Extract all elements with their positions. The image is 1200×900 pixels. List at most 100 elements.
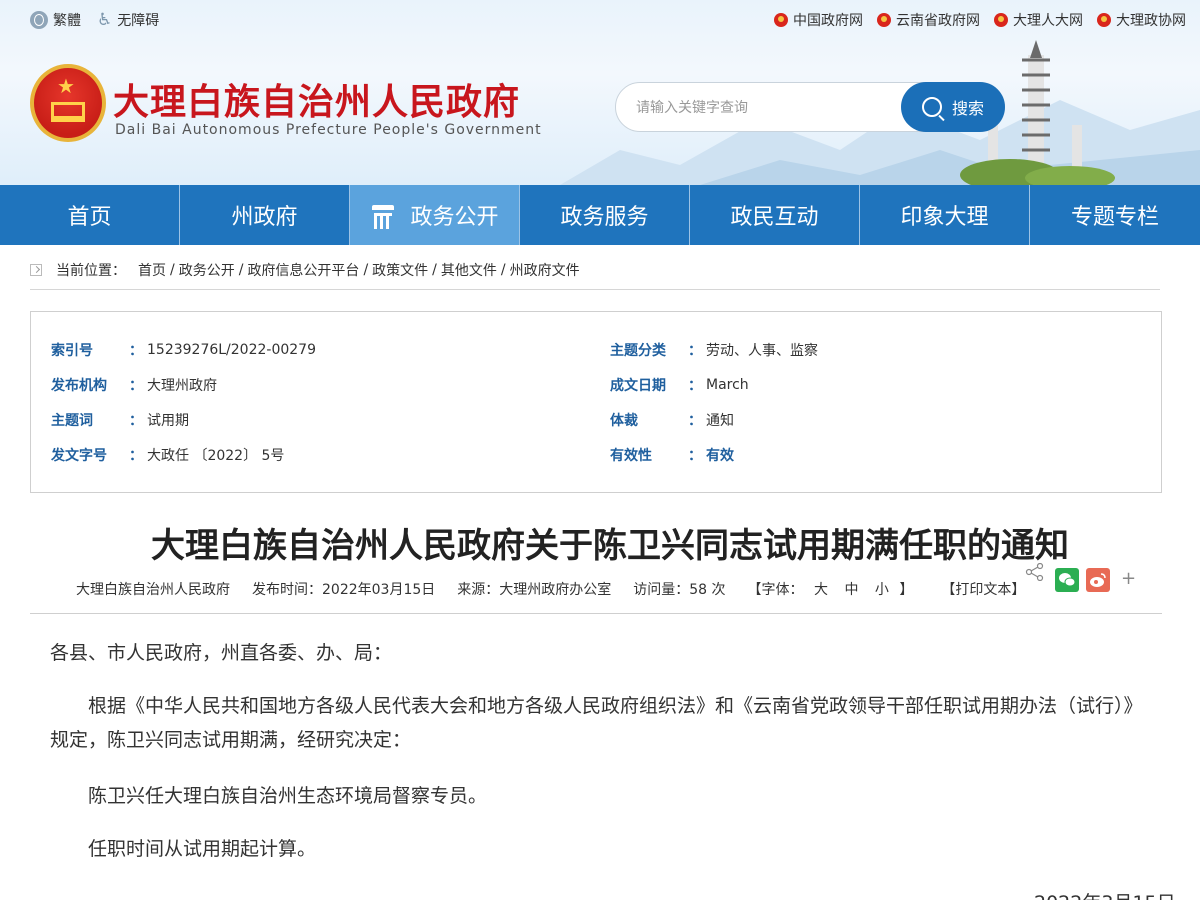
meta-keyword: 主题词 ： 试用期 <box>51 410 189 430</box>
more-share-icon[interactable]: + <box>1121 568 1136 590</box>
location-icon <box>30 263 42 276</box>
traditional-chinese-label: 繁體 <box>53 13 81 29</box>
traditional-chinese-link[interactable]: 繁體 <box>30 10 81 30</box>
breadcrumb-item-other-docs[interactable]: 其他文件 <box>441 260 497 280</box>
search-button-label: 搜索 <box>951 99 984 118</box>
link-dali-cppcc-label: 大理政协网 <box>1116 13 1186 29</box>
meta-key: 发文字号 <box>51 448 107 464</box>
article-publish-time: 发布时间：2022年03月15日 <box>252 582 436 598</box>
search-input[interactable] <box>636 97 896 119</box>
top-utility-bar: 繁體 ♿ 无障碍 中国政府网 云南省政府网 大理人大网 大理政协网 <box>0 0 1200 40</box>
meta-colon: ： <box>688 343 702 359</box>
article-date: 2022年3月15日 <box>1034 888 1176 900</box>
meta-key: 主题词 <box>51 413 93 429</box>
national-emblem-icon <box>994 13 1008 27</box>
meta-colon: ： <box>688 378 702 394</box>
nav-prefecture-gov-label: 州政府 <box>231 205 298 230</box>
article-visits: 访问量：58 次 <box>633 582 726 598</box>
main-nav: 首页 州政府 政务公开 政务服务 政民互动 印象大理 专题专栏 <box>0 185 1200 245</box>
font-size-small[interactable]: 小 <box>875 582 889 598</box>
accessibility-label: 无障碍 <box>117 13 160 29</box>
wechat-share-icon[interactable] <box>1055 568 1079 592</box>
meta-key: 主题分类 <box>610 343 666 359</box>
meta-value: 大政任 〔2022〕 5号 <box>147 448 285 464</box>
link-yunnan-gov-label: 云南省政府网 <box>896 13 980 29</box>
site-title[interactable]: 大理白族自治州人民政府 <box>113 73 520 125</box>
nav-gov-affairs-public-label: 政务公开 <box>410 205 499 230</box>
nav-gov-services-label: 政务服务 <box>560 205 649 230</box>
tiananmen-icon <box>51 102 85 122</box>
font-size-label-close: 】 <box>899 582 914 598</box>
print-button[interactable]: 【打印文本】 <box>941 579 1025 599</box>
link-china-gov[interactable]: 中国政府网 <box>774 10 863 30</box>
nav-impression-dali[interactable]: 印象大理 <box>860 185 1030 245</box>
font-size-large[interactable]: 大 <box>814 582 828 598</box>
divider <box>30 613 1162 614</box>
breadcrumb-separator: / <box>432 261 437 278</box>
link-dali-cppcc[interactable]: 大理政协网 <box>1097 10 1186 30</box>
breadcrumb-item-policy-docs[interactable]: 政策文件 <box>372 260 428 280</box>
nav-interaction[interactable]: 政民互动 <box>690 185 860 245</box>
nav-special-topics-label: 专题专栏 <box>1070 205 1159 230</box>
search-button[interactable]: 搜索 <box>901 82 1005 132</box>
meta-colon: ： <box>129 448 143 464</box>
meta-value: 15239276L/2022-00279 <box>147 342 316 358</box>
meta-colon: ： <box>688 448 702 464</box>
article-title: 大理白族自治州人民政府关于陈卫兴同志试用期满任职的通知 <box>151 526 1069 566</box>
nav-home-label: 首页 <box>67 205 112 230</box>
accessibility-link[interactable]: ♿ 无障碍 <box>97 10 159 30</box>
meta-written-date: 成文日期 ： March <box>610 375 749 395</box>
cppcc-emblem-icon <box>1097 13 1111 27</box>
meta-value: 有效 <box>706 448 734 464</box>
meta-index-number: 索引号 ： 15239276L/2022-00279 <box>51 340 316 360</box>
meta-publisher: 发布机构 ： 大理州政府 <box>51 375 217 395</box>
nav-gov-services[interactable]: 政务服务 <box>520 185 690 245</box>
search-box: 搜索 <box>615 82 1005 132</box>
font-size-medium[interactable]: 中 <box>844 582 858 598</box>
meta-value: 大理州政府 <box>147 378 217 394</box>
nav-impression-dali-label: 印象大理 <box>900 205 989 230</box>
meta-colon: ： <box>129 378 143 394</box>
breadcrumb: 当前位置： 首页 / 政务公开 / 政府信息公开平台 / 政策文件 / 其他文件… <box>30 250 1160 290</box>
link-china-gov-label: 中国政府网 <box>793 13 863 29</box>
breadcrumb-item-info-platform[interactable]: 政府信息公开平台 <box>247 260 359 280</box>
meta-colon: ： <box>129 343 143 359</box>
site-header: 繁體 ♿ 无障碍 中国政府网 云南省政府网 大理人大网 大理政协网 ★ 大理白族… <box>0 0 1200 185</box>
font-size-label-open: 【字体： <box>747 582 804 598</box>
breadcrumb-label: 当前位置： <box>56 262 126 279</box>
breadcrumb-item-gov-affairs[interactable]: 政务公开 <box>179 260 235 280</box>
meta-key: 成文日期 <box>610 378 666 394</box>
link-yunnan-gov[interactable]: 云南省政府网 <box>877 10 980 30</box>
link-dali-npc[interactable]: 大理人大网 <box>994 10 1083 30</box>
meta-key: 索引号 <box>51 343 93 359</box>
star-icon: ★ <box>57 74 75 98</box>
site-subtitle: Dali Bai Autonomous Prefecture People's … <box>115 122 542 138</box>
national-emblem-icon <box>877 13 891 27</box>
nav-special-topics[interactable]: 专题专栏 <box>1030 185 1200 245</box>
meta-value: 通知 <box>706 413 734 429</box>
article-source: 来源：大理州政府办公室 <box>457 582 612 598</box>
breadcrumb-item-home[interactable]: 首页 <box>138 260 166 280</box>
meta-value: March <box>706 377 749 393</box>
temple-icon <box>370 202 396 229</box>
meta-value: 试用期 <box>147 413 189 429</box>
nav-home[interactable]: 首页 <box>0 185 180 245</box>
meta-key: 发布机构 <box>51 378 107 394</box>
nav-gov-affairs-public[interactable]: 政务公开 <box>350 185 520 245</box>
meta-doc-number: 发文字号 ： 大政任 〔2022〕 5号 <box>51 445 284 465</box>
font-size-control: 【字体： 大 中 小 】 <box>748 579 914 599</box>
meta-key: 有效性 <box>610 448 652 464</box>
article-info-line: 大理白族自治州人民政府 发布时间：2022年03月15日 来源：大理州政府办公室… <box>76 579 1025 599</box>
nav-prefecture-gov[interactable]: 州政府 <box>180 185 350 245</box>
nav-interaction-label: 政民互动 <box>730 205 819 230</box>
search-icon <box>921 97 942 117</box>
breadcrumb-separator: / <box>238 261 244 278</box>
document-metadata-box: 索引号 ： 15239276L/2022-00279 发布机构 ： 大理州政府 … <box>30 311 1162 493</box>
national-emblem-logo[interactable]: ★ <box>30 64 106 142</box>
weibo-share-icon[interactable] <box>1086 568 1110 592</box>
breadcrumb-separator: / <box>363 261 369 278</box>
breadcrumb-item-prefecture-docs[interactable]: 州政府文件 <box>510 260 580 280</box>
link-dali-npc-label: 大理人大网 <box>1013 13 1083 29</box>
share-icon[interactable] <box>1025 563 1045 581</box>
meta-value: 劳动、人事、监察 <box>706 343 818 359</box>
